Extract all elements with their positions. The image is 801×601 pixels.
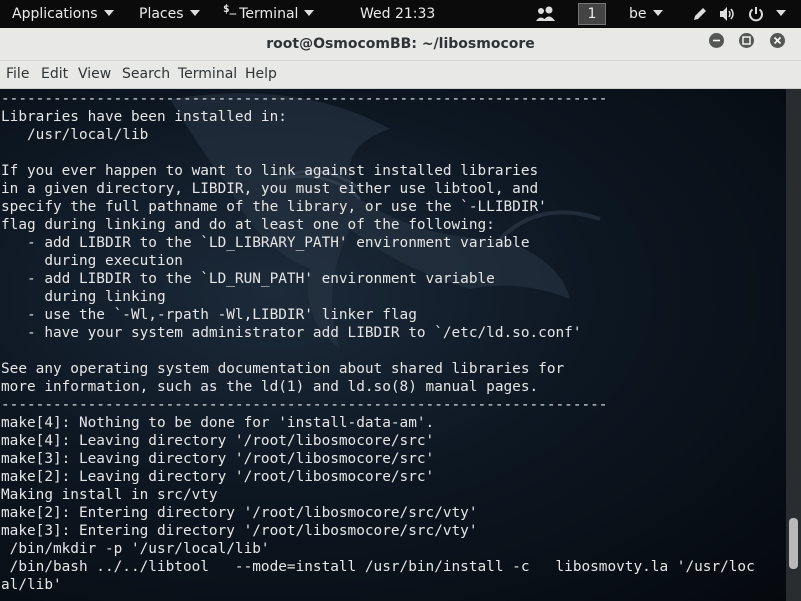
- volume-icon[interactable]: [719, 0, 737, 28]
- maximize-icon: [742, 36, 751, 45]
- system-menu-chevron[interactable]: [770, 0, 786, 28]
- minimize-icon: [713, 39, 720, 42]
- terminal-line: /usr/local/lib: [1, 127, 149, 143]
- menu-help[interactable]: Help: [245, 61, 277, 88]
- places-label: Places: [139, 6, 184, 22]
- terminal-line: specify the full pathname of the library…: [1, 199, 547, 215]
- workspaces-icon[interactable]: [536, 0, 556, 28]
- menu-terminal[interactable]: Terminal: [178, 61, 237, 88]
- places-menu[interactable]: Places: [139, 0, 200, 28]
- terminal-line: more information, such as the ld(1) and …: [1, 379, 539, 395]
- terminal-line: make[2]: Entering directory '/root/libos…: [1, 505, 478, 521]
- menu-view[interactable]: View: [78, 61, 111, 88]
- menu-search[interactable]: Search: [122, 61, 170, 88]
- terminal-app-label: Terminal: [239, 6, 299, 22]
- terminal-line: - add LIBDIR to the `LD_LIBRARY_PATH' en…: [1, 235, 530, 251]
- terminal-line: flag during linking and do at least one …: [1, 217, 495, 233]
- terminal-line: See any operating system documentation a…: [1, 361, 565, 377]
- scrollbar-thumb[interactable]: [789, 517, 798, 569]
- terminal-scrollbar[interactable]: [786, 89, 801, 601]
- keyboard-layout-label: be: [629, 6, 647, 22]
- window-title: root@OsmocomBB: ~/libosmocore: [266, 36, 535, 52]
- chevron-down-icon: [189, 10, 200, 16]
- terminal-output[interactable]: ----------------------------------------…: [0, 89, 786, 601]
- terminal-line: during linking: [1, 289, 166, 305]
- chevron-down-icon: [304, 10, 315, 16]
- terminal-line: make[3]: Entering directory '/root/libos…: [1, 523, 478, 539]
- maximize-button[interactable]: [739, 33, 754, 48]
- workspace-indicator[interactable]: 1: [578, 3, 606, 25]
- terminal-line: make[3]: Leaving directory '/root/libosm…: [1, 451, 435, 467]
- terminal-line: ----------------------------------------…: [1, 91, 608, 107]
- terminal-line: make[2]: Leaving directory '/root/libosm…: [1, 469, 435, 485]
- chevron-down-icon: [103, 10, 114, 16]
- pencil-icon[interactable]: [692, 0, 708, 28]
- power-icon[interactable]: [748, 0, 764, 28]
- terminal-app-menu[interactable]: $_ Terminal: [223, 0, 315, 28]
- terminal-line: Making install in src/vty: [1, 487, 218, 503]
- terminal-line: make[4]: Leaving directory '/root/libosm…: [1, 433, 435, 449]
- top-panel: Applications Places $_ Terminal Wed 21:33…: [0, 0, 801, 28]
- applications-label: Applications: [12, 6, 98, 22]
- terminal-text: ----------------------------------------…: [1, 90, 755, 594]
- minimize-button[interactable]: [709, 33, 724, 48]
- terminal-line: - add LIBDIR to the `LD_RUN_PATH' enviro…: [1, 271, 495, 287]
- menu-edit[interactable]: Edit: [41, 61, 68, 88]
- terminal-icon: $_: [223, 2, 237, 15]
- terminal-line: - use the `-Wl,-rpath -Wl,LIBDIR' linker…: [1, 307, 417, 323]
- terminal-line: in a given directory, LIBDIR, you must e…: [1, 181, 539, 197]
- window-titlebar[interactable]: root@OsmocomBB: ~/libosmocore: [0, 28, 801, 61]
- close-button[interactable]: [770, 33, 785, 48]
- terminal-line: al/lib': [1, 577, 62, 593]
- terminal-line: /bin/bash ../../libtool --mode=install /…: [1, 559, 755, 575]
- terminal-line: Libraries have been installed in:: [1, 109, 287, 125]
- menu-bar: File Edit View Search Terminal Help: [0, 61, 801, 89]
- chevron-down-icon: [652, 10, 663, 16]
- keyboard-layout-menu[interactable]: be: [629, 0, 663, 28]
- menu-file[interactable]: File: [6, 61, 29, 88]
- terminal-window: root@OsmocomBB: ~/libosmocore File Edit …: [0, 28, 801, 601]
- terminal-line: If you ever happen to want to link again…: [1, 163, 539, 179]
- clock[interactable]: Wed 21:33: [360, 0, 435, 28]
- terminal-line: make[4]: Nothing to be done for 'install…: [1, 415, 435, 431]
- applications-menu[interactable]: Applications: [12, 0, 114, 28]
- terminal-line: /bin/mkdir -p '/usr/local/lib': [1, 541, 270, 557]
- terminal-line: during execution: [1, 253, 183, 269]
- terminal-line: - have your system administrator add LIB…: [1, 325, 582, 341]
- chevron-down-icon: [776, 10, 786, 16]
- terminal-line: ----------------------------------------…: [1, 397, 608, 413]
- close-icon: [773, 36, 782, 45]
